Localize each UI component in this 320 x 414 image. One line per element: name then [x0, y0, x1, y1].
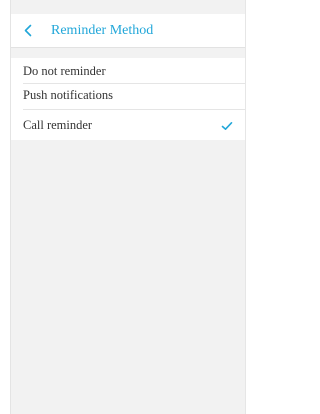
chevron-left-icon[interactable] — [23, 24, 33, 37]
checkmark-icon — [221, 118, 233, 130]
screen: Reminder Method Do not reminder Push not… — [0, 0, 246, 414]
option-call-reminder[interactable]: Call reminder — [11, 110, 245, 140]
content-area: Reminder Method Do not reminder Push not… — [10, 0, 245, 414]
option-do-not-remind[interactable]: Do not reminder — [11, 58, 245, 84]
option-label: Call reminder — [23, 118, 93, 132]
left-edge — [0, 0, 10, 414]
reminder-options-list: Do not reminder Push notifications Call … — [11, 58, 245, 140]
option-push-notifications[interactable]: Push notifications — [11, 84, 245, 110]
nav-bar: Reminder Method — [11, 14, 245, 48]
page-title: Reminder Method — [51, 23, 154, 38]
option-label: Do not reminder — [23, 64, 106, 78]
right-edge — [245, 0, 246, 414]
option-label: Push notifications — [23, 88, 113, 102]
